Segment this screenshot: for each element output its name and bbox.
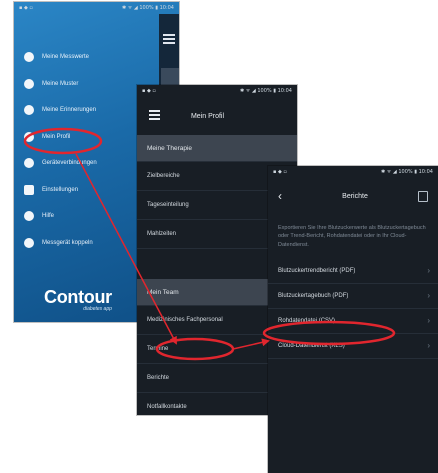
gear-icon [24, 184, 34, 195]
menu-item-label: Mein Profil [42, 133, 71, 140]
list-item-label: Blutzuckertrendbericht (PDF) [278, 267, 356, 274]
list-item-label: Rohdatendatei (CSV) [278, 317, 336, 324]
hamburger-icon[interactable] [163, 34, 175, 46]
hamburger-icon[interactable] [149, 110, 160, 122]
status-bar: ▪ ◆ ▫ ✱ ᯤ ◢ 100% ▮ 10:04 [14, 2, 179, 14]
nav-bar: ‹ Berichte [268, 178, 438, 214]
chevron-right-icon: › [427, 266, 430, 276]
list-item-cloud-datendienst[interactable]: Cloud-Datendienst (XLS) › [268, 334, 438, 359]
chevron-right-icon: › [427, 316, 430, 326]
reports-description: Exportieren Sie Ihre Blutzuckerwerte als… [278, 225, 426, 248]
section-header-therapie: Meine Therapie [137, 135, 297, 162]
link-icon [24, 158, 34, 168]
chevron-right-icon: › [427, 291, 430, 301]
reports-list: Blutzuckertrendbericht (PDF) › Blutzucke… [268, 259, 438, 359]
reports-screen: ▪ ◆ ▫ ✱ ᯤ ◢ 100% ▮ 10:04 ‹ Berichte Expo… [268, 166, 438, 473]
check-icon [24, 78, 34, 89]
status-icons-right: ✱ ᯤ ◢ 100% ▮ 10:04 [239, 88, 292, 94]
menu-item-label: Meine Erinnerungen [42, 107, 97, 113]
meter-icon [24, 237, 34, 248]
menu-item-label: Hilfe [42, 213, 55, 219]
drop-icon [24, 52, 34, 62]
contour-logo: Contour diabetes app [44, 287, 112, 312]
menu-item-label: Meine Muster [42, 80, 79, 87]
status-icons-right: ✱ ᯤ ◢ 100% ▮ 10:04 [121, 5, 174, 11]
status-icons-right: ✱ ᯤ ◢ 100% ▮ 10:04 [380, 169, 433, 175]
back-chevron-icon[interactable]: ‹ [278, 189, 292, 203]
status-bar: ▪ ◆ ▫ ✱ ᯤ ◢ 100% ▮ 10:04 [137, 85, 297, 97]
page-title: Mein Profil [190, 112, 225, 120]
chevron-right-icon: › [427, 341, 430, 351]
list-item-trendbericht[interactable]: Blutzuckertrendbericht (PDF) › [268, 259, 438, 284]
profile-icon [24, 131, 34, 142]
nav-bar: Mein Profil [137, 97, 297, 135]
page-title: Berichte [342, 192, 368, 200]
list-item-tagebuch[interactable]: Blutzuckertagebuch (PDF) › [268, 284, 438, 309]
menu-item-label: Meine Messwerte [42, 54, 90, 60]
status-icons-left: ▪ ◆ ▫ [273, 169, 287, 175]
share-icon[interactable] [418, 190, 428, 202]
help-icon [24, 211, 34, 221]
status-icons-left: ▪ ◆ ▫ [19, 5, 33, 11]
menu-item-meine-messwerte[interactable]: Meine Messwerte [14, 48, 159, 66]
status-bar: ▪ ◆ ▫ ✱ ᯤ ◢ 100% ▮ 10:04 [268, 166, 438, 178]
menu-item-label: Geräteverbindungen [42, 160, 97, 166]
logo-main-text: Contour [44, 287, 112, 307]
list-item-rohdatendatei[interactable]: Rohdatendatei (CSV) › [268, 309, 438, 334]
list-item-label: Cloud-Datendienst (XLS) [278, 342, 345, 349]
status-icons-left: ▪ ◆ ▫ [142, 88, 156, 94]
menu-item-label: Messgerät koppeln [42, 239, 93, 246]
list-item-label: Blutzuckertagebuch (PDF) [278, 292, 349, 299]
menu-item-label: Einstellungen [42, 186, 79, 193]
bell-icon [24, 105, 34, 115]
